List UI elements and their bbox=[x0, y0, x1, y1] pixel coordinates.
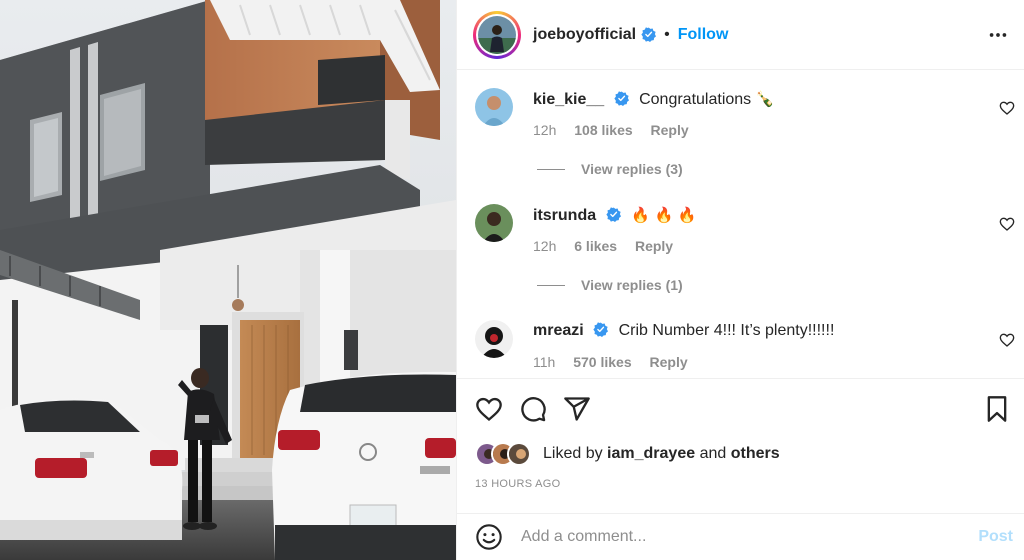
comment-meta: 12h 108 likes Reply bbox=[533, 122, 703, 138]
view-replies-button[interactable]: View replies (3) bbox=[537, 161, 683, 177]
commenter-avatar[interactable] bbox=[475, 320, 513, 358]
more-horizontal-icon[interactable] bbox=[987, 24, 1009, 46]
comment-username[interactable]: mreazi bbox=[533, 322, 584, 339]
comment-heart-icon[interactable] bbox=[999, 100, 1015, 116]
view-replies-button[interactable]: View replies (1) bbox=[537, 277, 683, 293]
comment-meta: 11h 570 likes Reply bbox=[533, 354, 702, 370]
comment-likes[interactable]: 570 likes bbox=[573, 354, 631, 370]
comment-meta: 12h 6 likes Reply bbox=[533, 238, 687, 254]
verified-badge-icon bbox=[614, 91, 629, 106]
verified-badge-icon bbox=[593, 322, 609, 337]
bookmark-icon[interactable] bbox=[983, 395, 1011, 423]
comment-text: Crib Number 4!!! It’s plenty!!!!!! bbox=[618, 322, 835, 339]
author-username[interactable]: joeboyofficial bbox=[533, 26, 636, 44]
comment-likes[interactable]: 6 likes bbox=[574, 238, 617, 254]
liked-by-avatars[interactable] bbox=[475, 442, 535, 466]
author-avatar-image bbox=[478, 15, 516, 54]
post-actions-bar bbox=[457, 378, 1024, 438]
comment-time[interactable]: 11h bbox=[533, 354, 555, 370]
author-avatar[interactable] bbox=[473, 10, 521, 59]
commenter-avatar-image bbox=[475, 204, 513, 242]
house-photo-illustration bbox=[0, 0, 456, 560]
comment-likes[interactable]: 108 likes bbox=[574, 122, 632, 138]
comment-text: Congratulations bbox=[639, 91, 752, 108]
comment-input[interactable] bbox=[521, 528, 961, 546]
post-timestamp[interactable]: 13 HOURS AGO bbox=[475, 478, 561, 490]
view-replies-label: View replies (1) bbox=[581, 277, 683, 293]
comment-heart-icon[interactable] bbox=[999, 332, 1015, 348]
instagram-post: joeboyofficial • Follow kie_kie__ Congra… bbox=[0, 0, 1024, 560]
liked-by-others[interactable]: others bbox=[731, 445, 780, 463]
comment-body: kie_kie__ Congratulations 🍾 bbox=[533, 90, 973, 109]
comment-time[interactable]: 12h bbox=[533, 122, 556, 138]
comment-body: mreazi Crib Number 4!!! It’s plenty!!!!!… bbox=[533, 322, 973, 340]
send-icon[interactable] bbox=[563, 395, 591, 423]
replies-divider bbox=[537, 168, 565, 170]
replies-divider bbox=[537, 284, 565, 286]
liked-by-prefix: Liked by bbox=[543, 445, 603, 462]
right-car bbox=[272, 371, 456, 560]
reply-button[interactable]: Reply bbox=[650, 354, 688, 370]
view-replies-label: View replies (3) bbox=[581, 161, 683, 177]
commenter-avatar-image bbox=[475, 320, 513, 358]
liked-by-summary: Liked by iam_drayee and others bbox=[475, 440, 780, 468]
commenter-avatar-image bbox=[475, 88, 513, 126]
post-header: joeboyofficial • Follow bbox=[457, 0, 1024, 70]
heart-icon[interactable] bbox=[475, 395, 503, 423]
reply-button[interactable]: Reply bbox=[635, 238, 673, 254]
post-details-panel: joeboyofficial • Follow kie_kie__ Congra… bbox=[456, 0, 1024, 560]
follow-button[interactable]: Follow bbox=[678, 26, 729, 44]
comment-time[interactable]: 12h bbox=[533, 238, 556, 254]
liker-avatar bbox=[507, 442, 531, 466]
liked-by-and: and bbox=[699, 445, 727, 462]
reply-button[interactable]: Reply bbox=[651, 122, 689, 138]
comment-body: itsrunda 🔥 🔥 🔥 bbox=[533, 206, 973, 225]
bottle-emoji-icon: 🍾 bbox=[755, 90, 775, 108]
verified-badge-icon bbox=[605, 207, 621, 222]
fire-emoji-icon: 🔥 🔥 🔥 bbox=[631, 206, 697, 224]
comments-list[interactable]: kie_kie__ Congratulations 🍾 12h 108 like… bbox=[457, 71, 1024, 377]
comment-icon[interactable] bbox=[519, 395, 547, 423]
comment-username[interactable]: kie_kie__ bbox=[533, 91, 604, 108]
commenter-avatar[interactable] bbox=[475, 204, 513, 242]
comment-composer: Post bbox=[457, 513, 1024, 560]
verified-badge-icon bbox=[641, 27, 657, 42]
liker-avatar-image bbox=[509, 444, 529, 464]
header-separator: • bbox=[664, 25, 670, 43]
commenter-avatar[interactable] bbox=[475, 88, 513, 126]
liked-by-user[interactable]: iam_drayee bbox=[607, 445, 695, 463]
post-comment-button[interactable]: Post bbox=[978, 528, 1013, 546]
comment-heart-icon[interactable] bbox=[999, 216, 1015, 232]
comment-username[interactable]: itsrunda bbox=[533, 207, 596, 224]
smiley-icon[interactable] bbox=[475, 523, 503, 551]
post-photo[interactable] bbox=[0, 0, 456, 560]
